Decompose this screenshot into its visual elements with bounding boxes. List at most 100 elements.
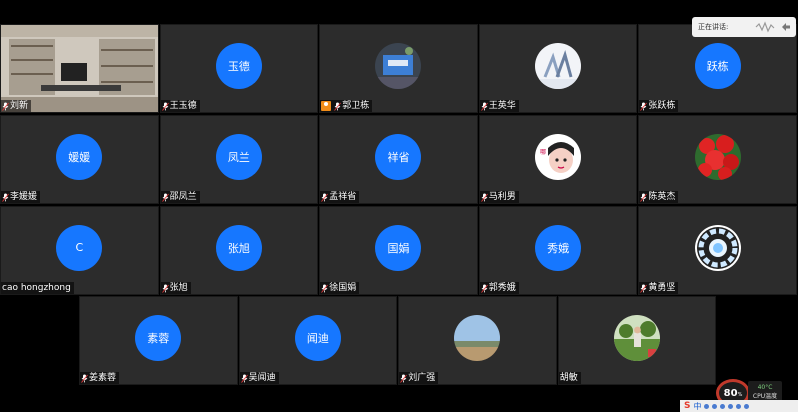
participant-name-tag: 吴闻迪 xyxy=(239,372,279,384)
svg-text:哪: 哪 xyxy=(540,148,546,156)
participant-tile[interactable]: 国娟徐国娟 xyxy=(319,206,478,295)
participant-name-tag: 张旭 xyxy=(160,282,191,294)
participant-tile[interactable]: 郭卫栋 xyxy=(319,24,478,113)
microphone-icon xyxy=(480,102,488,111)
arc-reactor-icon xyxy=(694,224,741,271)
participant-name-tag: cao hongzhong xyxy=(1,282,74,294)
participant-name: 刘新 xyxy=(10,101,29,111)
participant-name: 王英华 xyxy=(488,101,516,111)
microphone-icon xyxy=(640,102,648,111)
participant-name-tag: 刘广强 xyxy=(399,372,439,384)
participant-tile[interactable]: Ccao hongzhong xyxy=(0,206,159,295)
participant-name-tag: 孟祥省 xyxy=(320,191,360,203)
tray-moon-icon[interactable] xyxy=(704,403,710,409)
participant-name: 胡敏 xyxy=(559,373,578,383)
participant-name: 张旭 xyxy=(169,283,188,293)
screen-photo-icon xyxy=(375,42,422,89)
avatar-initials: 凤兰 xyxy=(215,133,262,180)
participant-name: 刘广强 xyxy=(408,373,436,383)
participant-name-tag: 李媛媛 xyxy=(1,191,41,203)
participant-tile[interactable]: 刘广强 xyxy=(398,296,557,385)
participant-tile[interactable]: 玉德王玉德 xyxy=(159,24,319,113)
ime-mode-label[interactable]: 中 xyxy=(693,401,701,412)
participant-name: 陈英杰 xyxy=(648,192,676,202)
participant-tile[interactable]: 闻迪吴闻迪 xyxy=(238,296,398,385)
participant-name-tag: 王英华 xyxy=(479,100,519,112)
avatar-initials: 秀娥 xyxy=(535,224,582,271)
avatar-initials: 国娟 xyxy=(375,224,422,271)
participant-tile[interactable]: 陈英杰 xyxy=(638,115,797,204)
participant-name: 徐国娟 xyxy=(329,283,357,293)
participant-name: 吴闻迪 xyxy=(248,373,276,383)
microphone-icon xyxy=(81,374,88,383)
participant-name-tag: 胡敏 xyxy=(558,372,581,384)
participant-name-tag: 郭卫栋 xyxy=(320,100,373,112)
tray-user-icon[interactable] xyxy=(728,403,734,409)
avatar-initials: 素蓉 xyxy=(135,314,182,361)
cpu-value: 80 xyxy=(723,387,738,399)
sound-wave-icon xyxy=(755,21,775,33)
tray-grid-icon[interactable] xyxy=(744,403,750,409)
avatar-initials: C xyxy=(56,224,103,271)
participant-name: 郭秀娥 xyxy=(488,283,516,293)
cartoon-face-icon: 哪 xyxy=(535,133,582,180)
participant-tile[interactable]: 王英华 xyxy=(478,24,638,113)
microphone-icon xyxy=(480,193,488,202)
participant-tile[interactable]: 媛媛李媛媛 xyxy=(0,115,159,204)
participant-name: 张跃栋 xyxy=(648,101,676,111)
participant-tile[interactable]: 秀娥郭秀娥 xyxy=(478,206,638,295)
participant-name: 黄勇坚 xyxy=(648,283,676,293)
microphone-icon xyxy=(2,102,9,111)
participant-name: 郭卫栋 xyxy=(342,101,370,111)
participant-name-tag: 邵凤兰 xyxy=(160,191,200,203)
participant-name-tag: 郭秀娥 xyxy=(479,282,519,294)
landscape-photo-icon xyxy=(454,314,501,361)
participant-name: cao hongzhong xyxy=(2,283,71,293)
participant-tile[interactable]: 跃栋 张跃栋 xyxy=(638,24,797,113)
participant-tile[interactable]: 刘新 xyxy=(0,24,159,113)
microphone-icon xyxy=(2,193,9,202)
speaking-label: 正在讲话: xyxy=(698,23,729,31)
avatar-initials: 玉德 xyxy=(215,42,262,89)
red-flowers-icon xyxy=(694,133,741,180)
couple-photo-icon xyxy=(535,42,582,89)
microphone-icon xyxy=(321,284,329,293)
cpu-unit: % xyxy=(737,391,743,398)
participant-name: 姜素蓉 xyxy=(89,373,117,383)
participant-tile[interactable]: 哪马利男 xyxy=(478,115,638,204)
microphone-icon xyxy=(240,374,248,383)
participant-name-tag: 王玉德 xyxy=(160,100,200,112)
participant-grid: 刘新 玉德 王玉德 郭卫栋 王英华 跃栋 张跃栋 媛媛 李媛媛 凤兰 邵凤兰 祥省 孟祥省哪马利男 陈英杰… xyxy=(0,0,798,412)
participant-name-tag: 张跃栋 xyxy=(639,100,679,112)
camera-video-feed xyxy=(1,25,158,112)
avatar-initials: 张旭 xyxy=(215,224,262,271)
participant-name: 王玉德 xyxy=(169,101,197,111)
participant-tile[interactable]: 张旭 张旭 xyxy=(159,206,319,295)
participant-tile[interactable]: 祥省 孟祥省 xyxy=(319,115,478,204)
participant-name: 孟祥省 xyxy=(329,192,357,202)
participant-name-tag: 徐国娟 xyxy=(320,282,360,294)
microphone-icon xyxy=(161,102,169,111)
tray-shirt-icon[interactable] xyxy=(736,403,742,409)
host-badge-icon xyxy=(321,101,332,111)
participant-tile[interactable]: 黄勇坚 xyxy=(638,206,797,295)
participant-name-tag: 黄勇坚 xyxy=(639,282,679,294)
tray-keyboard-icon[interactable] xyxy=(720,403,726,409)
sogou-ime-icon[interactable]: S xyxy=(684,401,690,411)
participant-name-tag: 陈英杰 xyxy=(639,191,679,203)
participant-name-tag: 姜素蓉 xyxy=(80,372,120,384)
microphone-icon xyxy=(334,102,342,111)
microphone-icon xyxy=(480,284,488,293)
system-tray: S 中 xyxy=(680,400,798,412)
microphone-icon xyxy=(321,193,329,202)
collapse-icon[interactable] xyxy=(780,21,792,33)
microphone-icon xyxy=(161,193,169,202)
participant-tile[interactable]: 胡敏 xyxy=(557,296,717,385)
participant-name: 马利男 xyxy=(488,192,516,202)
tray-mic-icon[interactable] xyxy=(712,403,718,409)
participant-tile[interactable]: 素蓉姜素蓉 xyxy=(79,296,238,385)
avatar-initials: 媛媛 xyxy=(56,133,103,180)
microphone-icon xyxy=(161,284,169,293)
avatar-initials: 闻迪 xyxy=(294,314,341,361)
participant-tile[interactable]: 凤兰邵凤兰 xyxy=(159,115,319,204)
